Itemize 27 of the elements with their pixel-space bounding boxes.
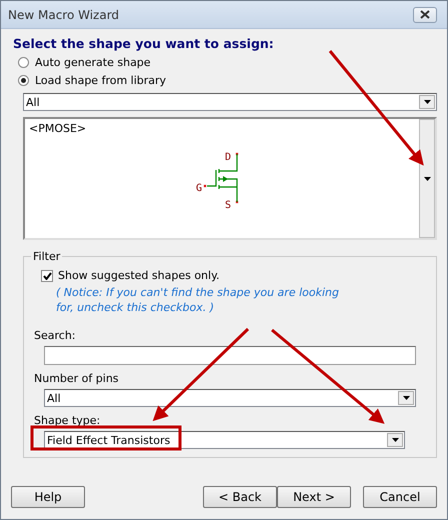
- caret-icon: [424, 176, 430, 180]
- close-button[interactable]: [413, 6, 437, 22]
- caret-icon: [402, 396, 410, 400]
- pins-label: Number of pins: [34, 372, 120, 385]
- search-field[interactable]: [44, 346, 416, 365]
- search-label: Search:: [34, 329, 76, 342]
- scroll-down-button[interactable]: [419, 119, 435, 238]
- cancel-button[interactable]: Cancel: [363, 486, 437, 508]
- heading: Select the shape you want to assign:: [13, 36, 275, 51]
- caret-icon: [392, 438, 398, 442]
- transistor-symbol-drawing: D G S: [193, 147, 243, 211]
- radio-button[interactable]: Load shape from library: [18, 74, 166, 87]
- filter-legend: Filter: [31, 250, 62, 263]
- caret-icon: [424, 100, 430, 104]
- pins-dropdown[interactable]: All: [44, 389, 416, 407]
- window-title: New Macro Wizard: [8, 8, 120, 22]
- notice-text: ( Notice: If you can't find the shape you are looking for, uncheck this checkbox. ): [56, 285, 340, 315]
- close-icon: [420, 10, 430, 19]
- nav-button[interactable]: < Back: [203, 486, 277, 508]
- help-button[interactable]: Help: [11, 486, 85, 508]
- shape-type-label: Shape type:: [34, 414, 102, 427]
- shape-type-dropdown[interactable]: Field Effect Transistors: [44, 431, 405, 449]
- suggested-checkbox[interactable]: Show suggested shapes only.: [41, 269, 220, 282]
- library-dropdown[interactable]: All: [23, 93, 437, 111]
- shape-name: <PMOSE>: [29, 122, 88, 135]
- radio-button[interactable]: Auto generate shape: [18, 56, 151, 69]
- nav-button[interactable]: Next >: [277, 486, 351, 508]
